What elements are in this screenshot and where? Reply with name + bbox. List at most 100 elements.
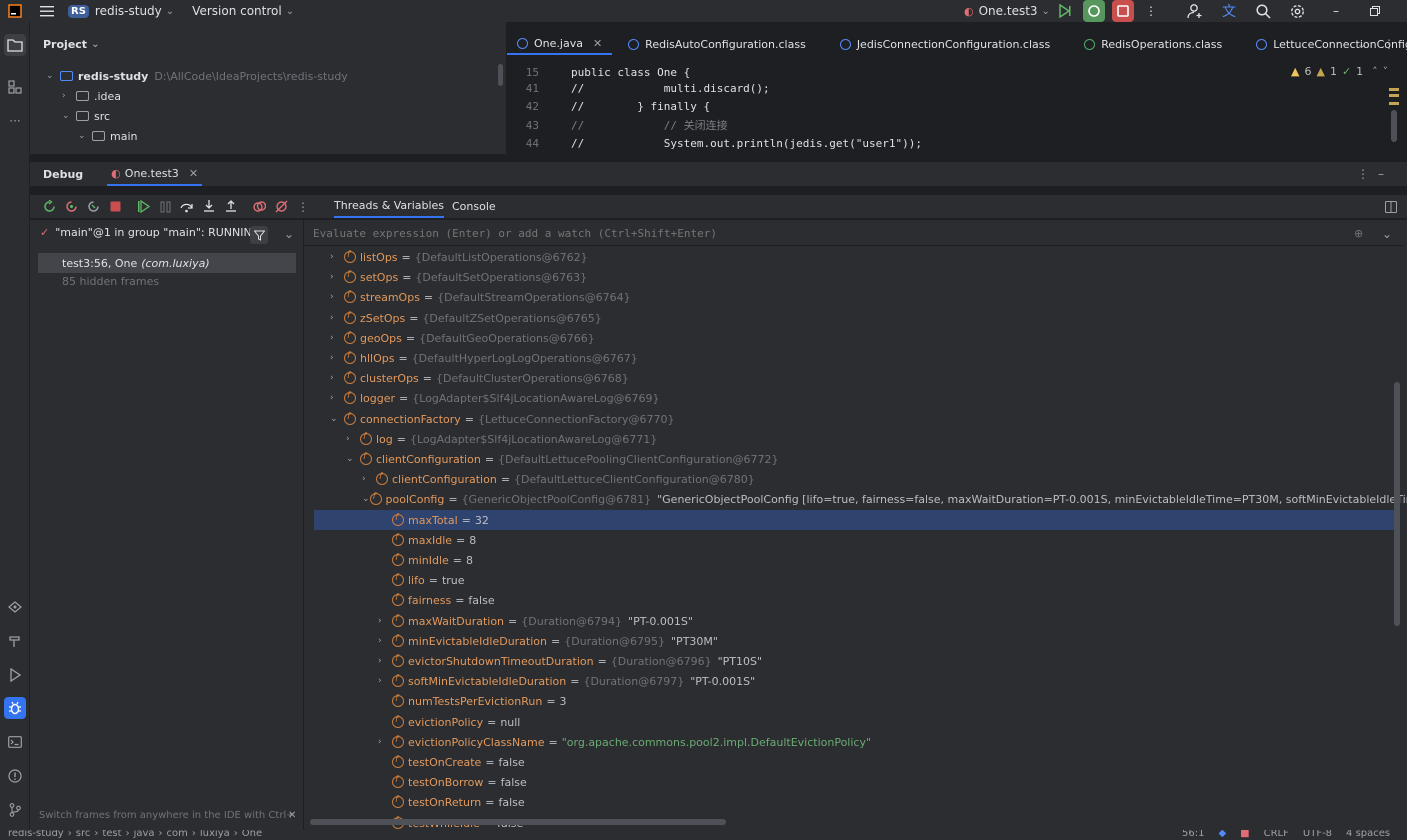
chevron-right-icon[interactable]: › <box>378 616 392 626</box>
chevron-down-icon[interactable]: ⌄ <box>1357 38 1366 51</box>
chevron-right-icon[interactable]: › <box>378 636 392 646</box>
editor-scrollbar[interactable] <box>1391 110 1397 142</box>
mute-breakpoints-icon[interactable] <box>270 196 292 218</box>
chevron-down-icon[interactable]: ⌄ <box>284 227 294 241</box>
tree-item-idea[interactable]: › .idea <box>62 86 121 106</box>
close-icon[interactable]: ✕ <box>593 37 602 50</box>
hide-panel-icon[interactable]: – <box>1378 167 1384 181</box>
breadcrumb-item[interactable]: One <box>242 830 262 840</box>
code-line[interactable]: 43 // // 关闭连接 <box>507 116 728 134</box>
structure-icon[interactable] <box>4 76 26 98</box>
variable-row[interactable]: › softMinEvictableIdleDuration={Duration@… <box>314 671 1400 691</box>
chevron-right-icon[interactable]: › <box>330 353 344 363</box>
chevron-right-icon[interactable]: › <box>330 292 344 302</box>
variable-row[interactable]: › evictorShutdownTimeoutDuration={Duratio… <box>314 651 1400 671</box>
variable-row[interactable]: testOnBorrow=false <box>314 772 1400 792</box>
chevron-right-icon[interactable]: › <box>330 373 344 383</box>
stop-icon[interactable] <box>104 196 126 218</box>
run-icon[interactable] <box>1054 0 1076 22</box>
variable-row[interactable]: › maxWaitDuration={Duration@6794} "PT-0.00… <box>314 611 1400 631</box>
close-icon[interactable]: ✕ <box>189 167 198 180</box>
breadcrumb-item[interactable]: com <box>167 830 188 840</box>
variable-row[interactable]: › logger={LogAdapter$Slf4jLocationAwareLo… <box>314 388 1400 408</box>
vertical-scrollbar[interactable] <box>1394 382 1400 626</box>
project-scrollbar[interactable] <box>498 64 503 86</box>
main-menu-icon[interactable] <box>30 0 64 22</box>
line-separator[interactable]: CRLF <box>1264 830 1289 840</box>
vcs-menu[interactable]: Version control ⌄ <box>192 0 294 22</box>
step-into-icon[interactable] <box>198 196 220 218</box>
app-logo-icon[interactable] <box>0 0 30 22</box>
variable-row[interactable]: › log= {LogAdapter$Slf4jLocationAwareLog@6… <box>314 429 1400 449</box>
code-line[interactable]: 44 // System.out.println(jedis.get("user… <box>507 134 922 152</box>
breadcrumb-item[interactable]: src <box>76 830 91 840</box>
tree-item-main[interactable]: ⌄ main <box>78 126 137 146</box>
stop-icon[interactable] <box>1112 0 1134 22</box>
chevron-right-icon[interactable]: › <box>330 313 344 323</box>
restore-window-icon[interactable] <box>1364 0 1386 22</box>
cursor-position[interactable]: 56:1 <box>1182 830 1204 840</box>
chevron-down-icon[interactable]: ⌄ <box>346 454 360 464</box>
layout-settings-icon[interactable] <box>1380 196 1402 218</box>
tab-redis-auto-configuration[interactable]: RedisAutoConfiguration.class <box>618 33 816 55</box>
chevron-down-icon[interactable]: ⌄ <box>330 414 344 424</box>
minimize-icon[interactable]: – <box>1325 0 1347 22</box>
chevron-right-icon[interactable]: › <box>330 393 344 403</box>
variable-row[interactable]: › clusterOps= {DefaultClusterOperations@67… <box>314 368 1400 388</box>
variable-row[interactable]: minIdle=8 <box>314 550 1400 570</box>
run-tool-icon[interactable] <box>4 664 26 686</box>
tree-item-root[interactable]: ⌄ redis-study D:\AllCode\IdeaProjects\re… <box>46 66 348 86</box>
tab-redis-operations[interactable]: RedisOperations.class <box>1074 33 1232 55</box>
add-user-icon[interactable] <box>1184 0 1206 22</box>
inspection-widget[interactable]: ▲ 6 ▲ 1 ✓ 1 ˄ ˅ <box>1291 65 1388 78</box>
tab-console[interactable]: Console <box>452 195 496 218</box>
variable-row[interactable]: › minEvictableIdleDuration ={Duration@6795… <box>314 631 1400 651</box>
variable-row[interactable]: › listOps={DefaultListOperations@6762} <box>314 247 1400 267</box>
run-config-selector[interactable]: ◐ One.test3 ⌄ <box>964 0 1050 22</box>
variable-row[interactable]: testOnCreate=false <box>314 752 1400 772</box>
variable-row[interactable]: › geoOps={DefaultGeoOperations@6766} <box>314 328 1400 348</box>
step-over-icon[interactable] <box>176 196 198 218</box>
evaluate-expression-input[interactable] <box>313 227 1313 240</box>
build-hammer-icon[interactable] <box>4 630 26 652</box>
variable-row[interactable]: evictionPolicy=null <box>314 712 1400 732</box>
project-folder-icon[interactable] <box>4 34 26 56</box>
variable-row[interactable]: testOnReturn=false <box>314 792 1400 812</box>
rerun-debug-icon[interactable] <box>60 196 82 218</box>
variable-row[interactable]: › streamOps={DefaultStreamOperations@6764… <box>314 287 1400 307</box>
rerun-icon[interactable] <box>38 196 60 218</box>
project-switcher[interactable]: RS redis-study ⌄ <box>68 0 174 22</box>
settings-gear-icon[interactable] <box>1286 0 1308 22</box>
more-actions-icon[interactable]: ⋮ <box>292 196 314 218</box>
hidden-frames[interactable]: 85 hidden frames <box>62 275 159 288</box>
chevron-right-icon[interactable]: › <box>378 737 392 747</box>
filter-icon[interactable] <box>250 226 268 244</box>
chevron-down-icon[interactable]: ⌄ <box>362 494 370 504</box>
chevron-right-icon[interactable]: › <box>346 434 360 444</box>
tab-one-java[interactable]: One.java ✕ <box>507 33 613 55</box>
variable-row[interactable]: › setOps={DefaultSetOperations@6763} <box>314 267 1400 287</box>
evaluate-expression-bar[interactable]: ⊕ ⌄ <box>304 222 1404 246</box>
chevron-right-icon[interactable]: › <box>330 333 344 343</box>
services-icon[interactable] <box>4 596 26 618</box>
variable-row[interactable]: ⌄ clientConfiguration={DefaultLettucePool… <box>314 449 1400 469</box>
rerun-debug-icon[interactable] <box>1083 0 1105 22</box>
variable-row[interactable]: › hllOps={DefaultHyperLogLogOperations@67… <box>314 348 1400 368</box>
variable-row[interactable]: numTestsPerEvictionRun=3 <box>314 691 1400 711</box>
breadcrumb-item[interactable]: luxiya <box>200 830 230 840</box>
variable-row[interactable]: › clientConfiguration={DefaultLettuceClie… <box>314 469 1400 489</box>
debug-session-tab[interactable]: ◐ One.test3 ✕ <box>107 162 203 186</box>
code-line[interactable]: 42 // } finally { <box>507 97 710 115</box>
tree-item-src[interactable]: ⌄ src <box>62 106 110 126</box>
resume-icon[interactable] <box>132 196 154 218</box>
add-watch-icon[interactable]: ⊕ <box>1354 227 1363 240</box>
thread-selector[interactable]: ✓ "main"@1 in group "main": RUNNING <box>40 226 260 239</box>
variable-row[interactable]: ⌄ connectionFactory={LettuceConnectionFac… <box>314 409 1400 429</box>
variable-row[interactable]: ⌄ poolConfig={GenericObjectPoolConfig@678… <box>314 489 1407 509</box>
indent-setting[interactable]: 4 spaces <box>1346 830 1390 840</box>
variable-row[interactable]: fairness=false <box>314 590 1400 610</box>
terminal-icon[interactable] <box>4 731 26 753</box>
problems-icon[interactable] <box>4 765 26 787</box>
variable-row[interactable]: lifo=true <box>314 570 1400 590</box>
project-panel-header[interactable]: Project ⌄ <box>43 38 99 51</box>
